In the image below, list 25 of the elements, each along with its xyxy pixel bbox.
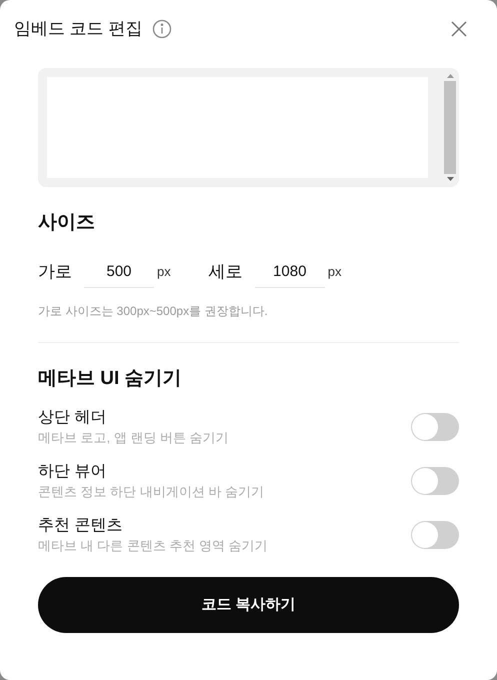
close-icon[interactable] — [451, 21, 467, 37]
dialog-title: 임베드 코드 편집 — [14, 18, 142, 40]
copy-code-button[interactable]: 코드 복사하기 — [38, 577, 459, 633]
size-hint: 가로 사이즈는 300px~500px를 권장합니다. — [38, 302, 269, 320]
option-label: 추천 콘텐츠 — [38, 516, 124, 536]
section-heading: 메타브 UI 숨기기 — [38, 366, 183, 390]
scroll-down-icon[interactable] — [446, 177, 454, 181]
height-field[interactable]: 1080 — [254, 256, 325, 288]
option-description: 메타브 내 다른 콘텐츠 추천 영역 숨기기 — [38, 537, 269, 555]
scroll-up-icon[interactable] — [446, 74, 454, 78]
width-field[interactable]: 500 — [84, 256, 154, 288]
field-label: 세로 — [208, 260, 243, 283]
section-heading: 사이즈 — [38, 211, 96, 235]
toggle-switch[interactable] — [411, 467, 459, 495]
unit-label: px — [328, 262, 342, 281]
option-label: 상단 헤더 — [38, 408, 108, 428]
field-label: 가로 — [38, 260, 72, 283]
info-icon[interactable] — [152, 19, 172, 39]
unit-label: px — [157, 262, 171, 281]
option-description: 콘텐츠 정보 하단 내비게이션 바 숨기기 — [38, 483, 266, 501]
option-description: 메타브 로고, 앱 랜딩 버튼 숨기기 — [38, 429, 230, 447]
code-field[interactable] — [38, 68, 459, 187]
option-label: 하단 뷰어 — [38, 462, 108, 482]
toggle-switch[interactable] — [411, 413, 459, 441]
toggle-switch[interactable] — [411, 521, 459, 549]
